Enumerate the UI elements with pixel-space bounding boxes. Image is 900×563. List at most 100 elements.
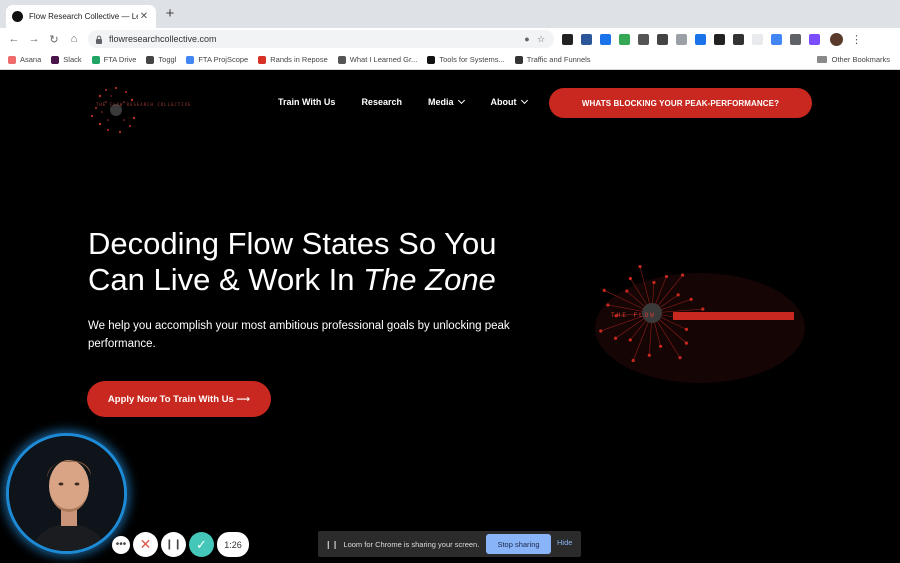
address-bar[interactable]: flowresearchcollective.com ● ☆ xyxy=(88,30,554,48)
tab-strip: Flow Research Collective — Le ✕ + xyxy=(0,0,900,28)
nav-item-about[interactable]: About xyxy=(490,96,529,107)
browser-menu-icon[interactable]: ⋮ xyxy=(851,33,862,46)
bookmark-item[interactable]: What I Learned Gr... xyxy=(337,55,418,64)
bookmarks-bar: Asana Slack FTA Drive Toggl FTA ProjScope Ran… xyxy=(0,50,900,70)
chevron-down-icon xyxy=(458,96,466,105)
hero-title-line-1: Decoding Flow States So You xyxy=(88,226,497,261)
close-tab-icon[interactable]: ✕ xyxy=(138,11,150,22)
peak-performance-cta-button[interactable]: WHATS BLOCKING YOUR PEAK-PERFORMANCE? xyxy=(549,88,812,118)
share-status-text: Loom for Chrome is sharing your screen. xyxy=(343,539,480,549)
bookmark-favicon-icon xyxy=(186,55,195,64)
nav-item-label: Media xyxy=(427,97,454,107)
bookmark-label: Toggl xyxy=(158,55,177,64)
bookmark-label: Tools for Systems... xyxy=(439,55,505,64)
bookmark-item[interactable]: Toggl xyxy=(146,55,176,64)
browser-chrome: Flow Research Collective — Le ✕ + ← → ↻ … xyxy=(0,0,900,70)
extension-icon[interactable] xyxy=(790,33,801,45)
bookmark-label: Slack xyxy=(63,55,82,64)
reload-icon[interactable]: ↻ xyxy=(46,31,62,47)
bookmark-favicon-icon xyxy=(146,55,155,64)
hero-subtitle: We help you accomplish your most ambitio… xyxy=(88,320,510,350)
extensions-area: ⋮ xyxy=(562,31,862,47)
bookmark-item[interactable]: Traffic and Funnels xyxy=(514,55,591,64)
bookmark-favicon-icon xyxy=(8,55,16,64)
bookmark-label: Asana xyxy=(20,55,42,64)
other-bookmarks-label: Other Bookmarks xyxy=(831,55,890,64)
main-navigation: Train With Us Research Media About xyxy=(278,96,553,107)
extension-icon[interactable] xyxy=(657,33,668,45)
bookmark-favicon-icon xyxy=(337,55,346,64)
flow-graphic-label: THE FLOW xyxy=(611,312,656,319)
back-arrow-icon[interactable]: ← xyxy=(6,31,22,47)
browser-toolbar: ← → ↻ ⌂ flowresearchcollective.com ● ☆ ⋮ xyxy=(0,28,900,50)
extension-icon[interactable] xyxy=(676,33,687,45)
logo-wordmark: THE FLOW RESEARCH COLLECTIVE xyxy=(96,102,192,107)
bookmark-star-icon[interactable]: ☆ xyxy=(534,34,548,45)
share-pause-icon: ❙❙ xyxy=(325,539,339,549)
bookmark-label: What I Learned Gr... xyxy=(349,55,418,64)
forward-arrow-icon[interactable]: → xyxy=(26,31,42,47)
extension-icon[interactable] xyxy=(752,33,763,45)
more-options-button[interactable]: ••• xyxy=(112,535,130,554)
screen-share-notification: ❙❙ Loom for Chrome is sharing your scree… xyxy=(318,531,581,557)
cancel-recording-button[interactable]: ✕ xyxy=(133,532,158,557)
bookmark-favicon-icon xyxy=(258,55,267,64)
bookmark-item[interactable]: FTA ProjScope xyxy=(186,55,248,64)
tab-active[interactable]: Flow Research Collective — Le ✕ xyxy=(6,5,156,28)
extension-icon[interactable] xyxy=(562,33,573,45)
nav-item-label: About xyxy=(490,97,517,107)
nav-item-train-with-us[interactable]: Train With Us xyxy=(278,97,335,107)
extension-icon[interactable] xyxy=(771,33,782,45)
bookmark-item[interactable]: Rands in Repose xyxy=(258,55,328,64)
loom-controls: ••• ✕ ❙❙ ✓ 1:26 xyxy=(112,532,249,557)
bookmark-item[interactable]: Slack xyxy=(51,55,82,64)
web-page: THE FLOW RESEARCH COLLECTIVE Train With … xyxy=(0,70,900,563)
recording-timer: 1:26 xyxy=(217,532,249,557)
extension-icon[interactable] xyxy=(733,33,744,45)
hero-title: Decoding Flow States So You Can Live & W… xyxy=(88,226,568,298)
hero-title-line-2: Can Live & Work In xyxy=(88,262,364,297)
bookmark-favicon-icon xyxy=(427,55,436,64)
extension-icon[interactable] xyxy=(581,33,592,45)
site-logo[interactable] xyxy=(86,84,196,136)
apply-now-button[interactable]: Apply Now To Train With Us ⟶ xyxy=(87,381,271,417)
stop-sharing-button[interactable]: Stop sharing xyxy=(486,534,551,554)
url-text: flowresearchcollective.com xyxy=(109,34,217,44)
other-bookmarks[interactable]: Other Bookmarks xyxy=(816,55,890,64)
microphone-icon[interactable]: ● xyxy=(520,34,534,44)
bookmark-label: FTA Drive xyxy=(103,55,137,64)
bookmark-label: Rands in Repose xyxy=(270,55,328,64)
flow-graphic-bar xyxy=(673,312,794,320)
extension-icon[interactable] xyxy=(809,33,820,45)
lock-icon xyxy=(94,35,103,44)
profile-avatar[interactable] xyxy=(830,32,843,46)
site-favicon-icon xyxy=(12,11,23,22)
home-icon[interactable]: ⌂ xyxy=(66,31,82,47)
extension-icon[interactable] xyxy=(619,33,630,45)
bookmark-label: FTA ProjScope xyxy=(198,55,249,64)
tab-title: Flow Research Collective — Le xyxy=(29,12,138,21)
bookmark-favicon-icon xyxy=(91,55,100,64)
hero-title-emphasis: The Zone xyxy=(363,262,496,297)
nav-item-media[interactable]: Media xyxy=(427,96,466,107)
nav-item-label: Research xyxy=(361,97,402,107)
nav-item-research[interactable]: Research xyxy=(361,97,402,107)
extension-icon[interactable] xyxy=(600,33,611,45)
finish-recording-button[interactable]: ✓ xyxy=(189,532,214,557)
bookmark-item[interactable]: FTA Drive xyxy=(91,55,137,64)
pause-recording-button[interactable]: ❙❙ xyxy=(161,532,186,557)
loom-camera-bubble[interactable] xyxy=(6,433,127,554)
extension-icon[interactable] xyxy=(638,33,649,45)
chevron-down-icon xyxy=(521,96,529,105)
hide-notification-button[interactable]: Hide xyxy=(557,538,572,547)
new-tab-button[interactable]: + xyxy=(162,6,178,23)
bookmark-favicon-icon xyxy=(51,55,60,64)
extension-icon[interactable] xyxy=(714,33,725,45)
bookmark-item[interactable]: Tools for Systems... xyxy=(427,55,505,64)
extension-icon[interactable] xyxy=(695,33,706,45)
bookmark-item[interactable]: Asana xyxy=(8,55,41,64)
folder-icon xyxy=(816,56,827,63)
flow-burst-graphic xyxy=(595,264,805,383)
nav-item-label: Train With Us xyxy=(278,97,336,107)
bookmark-label: Traffic and Funnels xyxy=(526,55,591,64)
